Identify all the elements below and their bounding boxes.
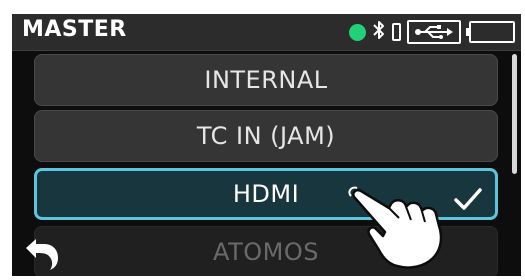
usb-icon [407,20,461,44]
status-dot-icon [349,23,366,41]
option-label: ATOMOS [213,238,319,266]
option-label: HDMI [232,180,300,208]
option-internal[interactable]: INTERNAL [34,54,498,106]
status-bar: MASTER [12,14,521,51]
option-tc-in-jam[interactable]: TC IN (JAM) [34,110,498,162]
bluetooth-icon [372,19,386,45]
status-icons [349,19,515,45]
smartphone-icon [392,23,401,41]
battery-icon [466,21,515,43]
back-button[interactable] [22,236,62,276]
page-title: MASTER [22,17,127,42]
pointing-hand-icon [347,186,457,276]
scrollbar[interactable] [512,54,517,174]
checkmark-icon [453,181,483,227]
option-label: TC IN (JAM) [196,122,336,150]
option-label: INTERNAL [204,66,328,94]
back-arrow-icon [22,239,62,276]
device-screen: MASTER INTERNAL TC IN (JAM) HDMI ATOMOS [12,14,521,276]
